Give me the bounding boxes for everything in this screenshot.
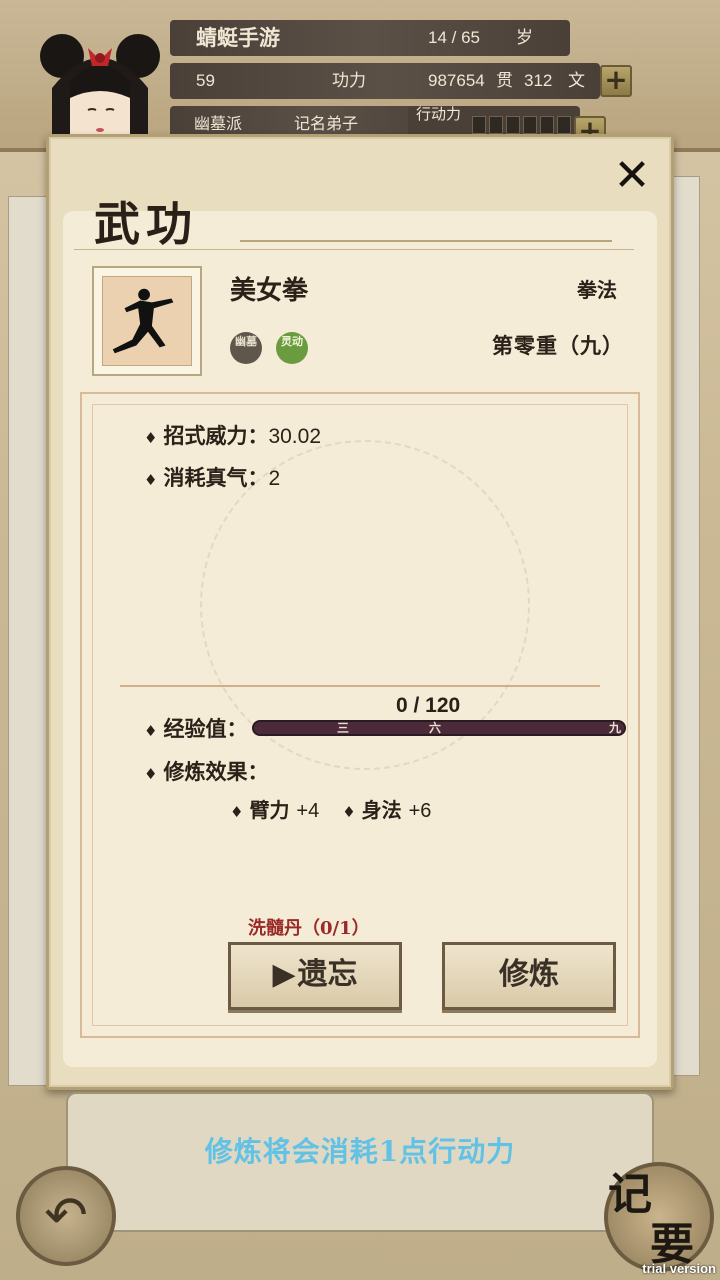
exp-mark-6: 六 [428,721,441,735]
level-money-row: 59 功力 987654 贯 312 文 [170,63,600,99]
cost-label: 消耗真气： [163,465,269,490]
title-divider-lower [74,249,634,250]
trial-version-label: trial version [642,1261,716,1276]
play-icon: ▶ [272,957,296,992]
wen-unit: 文 [568,71,585,91]
effect-value: +6 [408,800,432,822]
diamond-bullet-icon: ♦ [342,803,356,821]
skill-icon-frame [92,266,202,376]
train-button[interactable]: 修炼 [442,942,616,1010]
skill-portrait [102,276,192,366]
diamond-bullet-icon: ♦ [144,765,158,783]
diamond-bullet-icon: ♦ [144,471,158,489]
effect-name: 臂力 [249,798,290,822]
effects-label: 修炼效果： [163,759,269,784]
action-point-slots [472,116,571,134]
exp-mark-3: 三 [336,721,349,735]
action-label: 行动力 [416,105,462,123]
skill-name: 美女拳 [230,276,309,306]
title-divider [240,240,612,242]
cost-stat: ♦ 消耗真气：2 [144,462,280,492]
marrow-pill-count: 洗髓丹（0/1） [248,918,370,939]
agile-seal-badge: 灵动 [276,332,308,364]
game-name: 蜻蜓手游 [196,25,280,50]
effects-list: ♦ 臂力 +4 ♦ 身法 +6 [230,794,431,823]
power-value: 30.02 [268,425,322,448]
back-arrow-icon[interactable]: ↶ [16,1166,116,1266]
fist-stance-icon [112,288,174,354]
power-stat: ♦ 招式威力：30.02 [144,420,321,450]
memo-label-1: 记 [608,1169,652,1220]
age-unit: 岁 [516,28,533,48]
player-avatar[interactable] [30,18,170,148]
top-status-bar: 蜻蜓手游 14 / 65 岁 59 功力 987654 贯 312 文 + 幽墓… [0,0,720,152]
exp-progress-bar: 三 六 九 [252,720,626,736]
guan-unit: 贯 [496,71,513,91]
exp-value-text: 0 / 120 [396,694,461,717]
effect-name: 身法 [361,798,402,822]
exp-stat: ♦ 经验值： [144,713,247,743]
skill-level: 第零重（九） [492,333,624,358]
train-label: 修炼 [499,957,559,992]
exp-label: 经验值： [163,716,248,741]
diamond-bullet-icon: ♦ [144,429,158,447]
diamond-bullet-icon: ♦ [230,803,244,821]
modal-title: 武功 [94,197,198,251]
level-value: 59 [196,71,215,90]
effects-stat: ♦ 修炼效果： [144,756,268,786]
money-wen: 312 [524,71,553,90]
close-icon[interactable]: ✕ [608,152,656,200]
cost-value: 2 [268,467,281,490]
diamond-bullet-icon: ♦ [144,722,158,740]
forget-label: 遗忘 [297,957,358,992]
add-money-button[interactable]: + [600,65,632,97]
exp-mark-9: 九 [608,721,621,735]
skill-type: 拳法 [577,278,617,302]
money-guan: 987654 [428,71,485,90]
power-label: 招式威力： [163,423,269,448]
age-value: 14 / 65 [428,28,480,47]
level-label: 功力 [332,71,366,91]
effect-value: +4 [296,800,320,822]
name-age-row: 蜻蜓手游 14 / 65 岁 [170,20,570,56]
section-divider [120,685,600,687]
forget-button[interactable]: ▶遗忘 [228,942,402,1010]
sect-seal-badge: 幽墓 [230,332,262,364]
